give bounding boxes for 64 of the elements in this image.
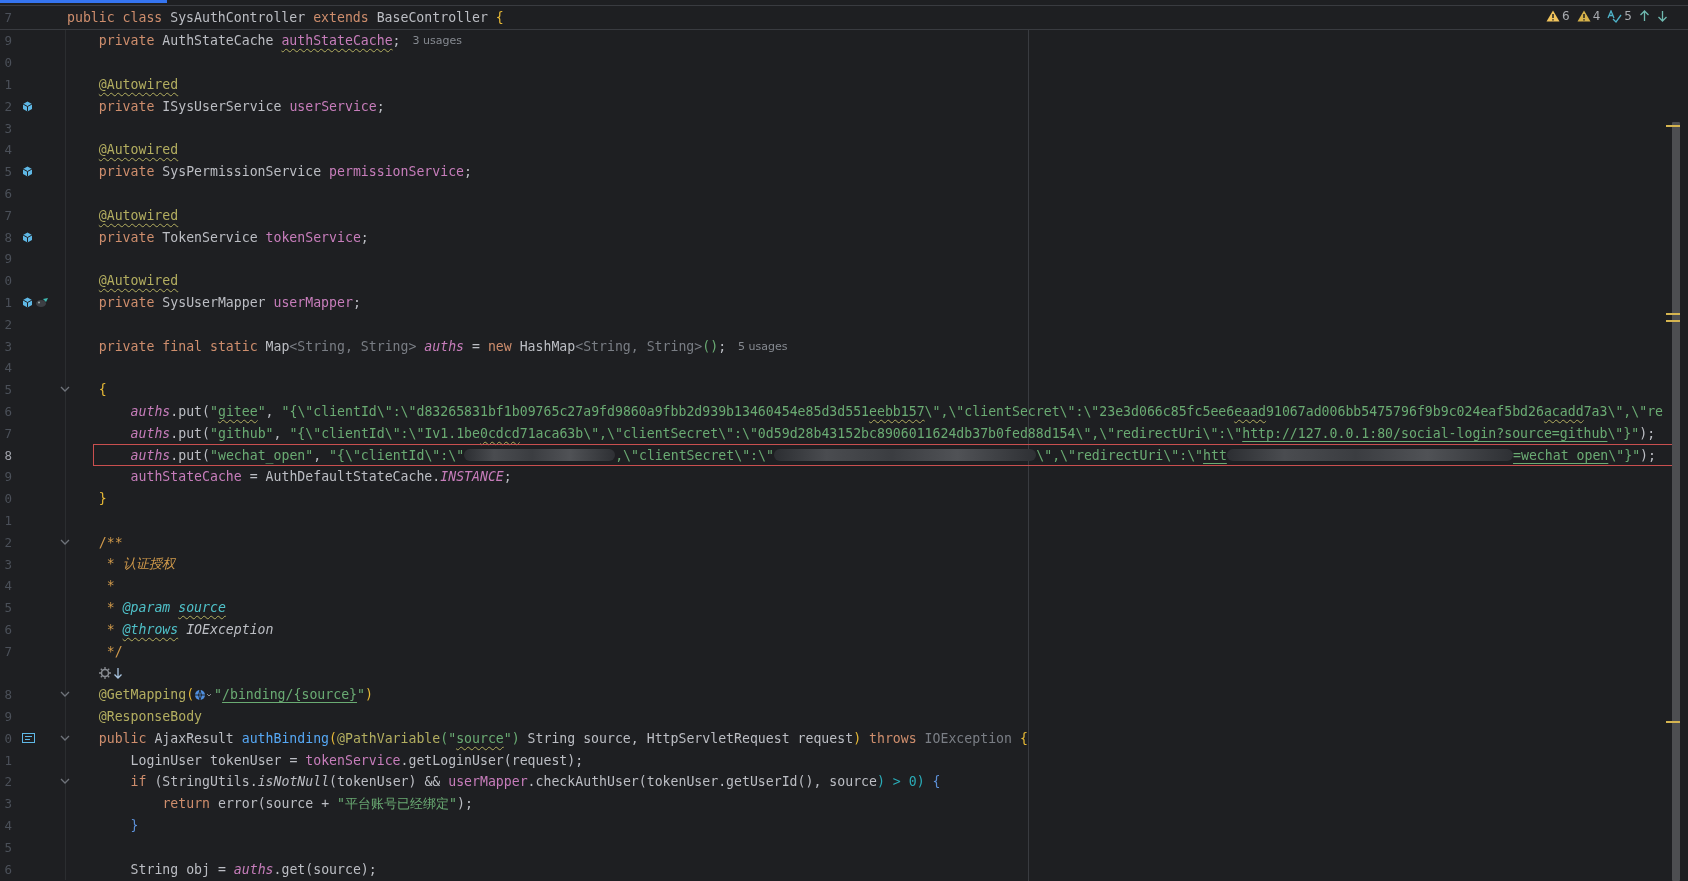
gear-icon[interactable] <box>98 667 111 679</box>
down-arrow-icon[interactable] <box>1657 10 1668 22</box>
code-text: @Autowired <box>98 207 179 223</box>
url-link[interactable]: /binding/{source} <box>222 687 358 703</box>
code-text: ,\"clientSecret\":\" <box>615 447 774 463</box>
code-text: String obj = auths.get(source); <box>130 861 377 877</box>
fold-chevron-icon[interactable] <box>60 734 70 742</box>
code-text: * <box>105 578 115 594</box>
usage-hint[interactable]: 5 usages <box>738 339 788 353</box>
code-text: } <box>130 818 139 834</box>
code-text: /** <box>98 534 123 550</box>
code-text: ") <box>357 687 373 703</box>
code-text: private SysPermissionService permissionService; <box>98 164 472 180</box>
fold-chevron-icon[interactable] <box>60 778 70 786</box>
url-link[interactable]: htt <box>1203 447 1227 463</box>
cube-icon[interactable] <box>22 166 33 178</box>
code-text: \"}"); <box>1608 447 1656 463</box>
code-text: @Autowired <box>98 273 179 289</box>
code-text: \",\"redirectUri\":\" <box>1036 447 1203 463</box>
inspection-counter[interactable]: 6 <box>1546 9 1570 23</box>
up-arrow-icon[interactable] <box>1639 10 1650 22</box>
url-link[interactable]: =wechat_open <box>1513 447 1609 463</box>
scrollbar-thumb[interactable] <box>1672 122 1680 881</box>
code-text: private TokenService tokenService; <box>98 229 369 245</box>
code-text: authStateCache = AuthDefaultStateCache.INSTANCE; <box>130 469 512 485</box>
code-text: public AjaxResult authBinding(@PathVariable("source") String source, HttpServletRequest request) throws IOException { <box>98 730 1028 746</box>
code-text: private AuthStateCache authStateCache; <box>98 33 401 49</box>
code-text: auths.put("wechat_open", "{\"clientId\":\" <box>130 447 465 463</box>
inspection-counter[interactable]: 4 <box>1576 9 1601 23</box>
code-text: */ <box>105 643 123 659</box>
spellcheck-icon <box>1607 9 1623 23</box>
code-text: auths.put("gitee", "{\"clientId\":\"d83265831bf1b09765c27a9fd9860a9fbb2d939b13460454e85d3d551eebb157\",\"clientSecret\":\"23e3d066c85fc5ee6eaad91067ad006bb5475796f9b9c024eaf5bd26acadd7a3\",\"re <box>130 403 1664 419</box>
usage-hint[interactable]: 3 usages <box>412 34 462 48</box>
code-text: private ISysUserService userService; <box>98 98 385 114</box>
url-link[interactable]: http://127.0.0.1:80/social-login?source=github <box>1242 425 1608 441</box>
code-text: private SysUserMapper userMapper; <box>98 294 361 310</box>
line-number: 8 <box>4 447 12 463</box>
inspection-counter[interactable]: 5 <box>1607 9 1632 23</box>
code-text: @GetMapping( <box>98 687 195 703</box>
bird-icon[interactable] <box>35 296 49 308</box>
cube-icon[interactable] <box>22 296 33 308</box>
fold-chevron-icon[interactable] <box>60 691 70 699</box>
code-text: return error(source + "平台账号已经绑定"); <box>162 794 473 813</box>
down-arrow-icon[interactable] <box>112 667 123 679</box>
code-text: { <box>98 382 107 398</box>
code-text: * 认证授权 <box>105 555 175 573</box>
code-text: auths.put("github", "{\"clientId\":\"Iv1.1be0cdcd71aca63b\",\"clientSecret\":\"0d59d28b43152bc8906011624db37b0fed88d154\",\"redirectUri\":\" <box>130 425 1243 441</box>
code-text: * @param source <box>105 600 226 616</box>
fold-chevron-icon[interactable] <box>60 538 70 546</box>
code-text: \"}"); <box>1607 425 1656 441</box>
fold-chevron-icon[interactable] <box>60 386 70 394</box>
code-text: public class SysAuthController extends BaseController { <box>67 10 504 25</box>
code-text: private final static Map<String, String> auths = new HashMap<String, String>(); <box>98 338 727 354</box>
cube-icon[interactable] <box>22 231 33 243</box>
code-text: @Autowired <box>98 77 179 92</box>
code-text: @Autowired <box>98 142 179 158</box>
code-text: if (StringUtils.isNotNull(tokenUser) && userMapper.checkAuthUser(tokenUser.getUserId(), source) > 0) { <box>130 774 941 790</box>
code-text: " <box>214 687 223 703</box>
panel-icon[interactable] <box>22 733 35 744</box>
code-text: @ResponseBody <box>98 709 202 725</box>
code-text: * @throws IOException <box>105 621 274 637</box>
cube-icon[interactable] <box>22 100 33 112</box>
code-text: LoginUser tokenUser = tokenService.getLoginUser(request); <box>130 752 584 768</box>
code-text: } <box>98 491 107 507</box>
